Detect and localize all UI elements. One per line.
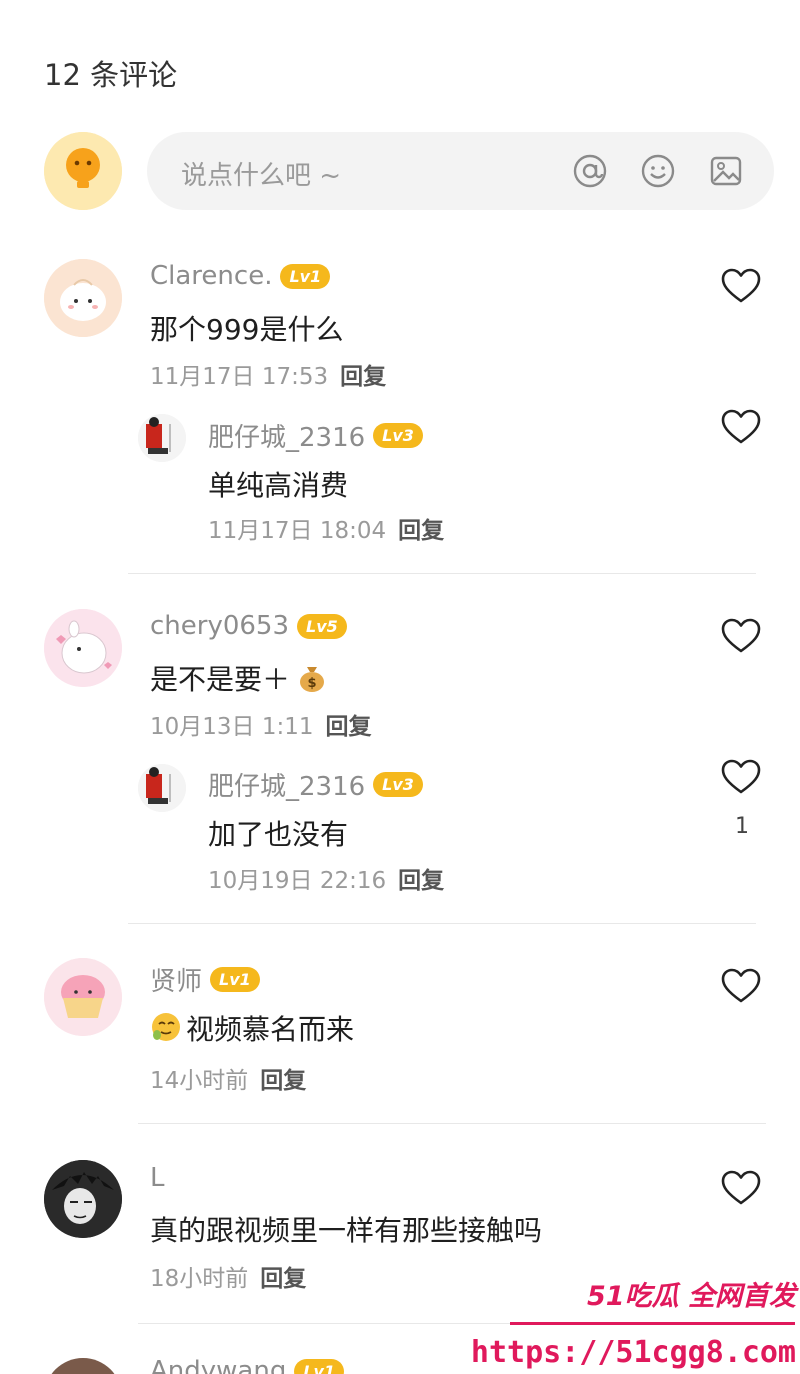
manga-character-icon <box>44 1160 122 1238</box>
watermark-divider <box>510 1322 795 1325</box>
heart-icon[interactable] <box>721 268 761 304</box>
divider <box>128 923 756 924</box>
level-badge: Lv1 <box>294 1358 345 1374</box>
image-icon[interactable] <box>707 152 745 190</box>
comment-username[interactable]: 贤师 Lv1 <box>150 961 260 998</box>
level-badge: Lv1 <box>280 263 331 289</box>
reply-username[interactable]: 肥仔城_2316 Lv3 <box>208 766 423 803</box>
heart-icon[interactable] <box>721 759 761 795</box>
divider <box>138 1123 766 1124</box>
username-text[interactable]: chery0653 <box>150 611 289 641</box>
avatar[interactable] <box>138 414 186 462</box>
heart-icon[interactable] <box>721 1170 761 1206</box>
reply-button[interactable]: 回复 <box>260 1068 306 1094</box>
comment-date: 11月17日 17:53 <box>150 364 329 390</box>
avatar[interactable] <box>138 764 186 812</box>
comment-content: 视频慕名而来 <box>150 1008 354 1048</box>
emoji-icon[interactable] <box>639 152 677 190</box>
moomin-character-icon <box>44 609 122 687</box>
divider <box>128 573 756 574</box>
level-badge: Lv3 <box>373 772 423 797</box>
level-badge: Lv1 <box>210 967 260 992</box>
reply-meta: 11月17日 18:04 回复 <box>208 511 444 545</box>
reply-date: 11月17日 18:04 <box>208 518 387 544</box>
avatar[interactable] <box>44 1358 122 1374</box>
comment-username[interactable]: Andywang Lv1 <box>150 1356 345 1374</box>
reply-content: 加了也没有 <box>208 818 349 851</box>
comment-date: 10月13日 1:11 <box>150 714 314 740</box>
comment-username[interactable]: chery0653 Lv5 <box>150 611 347 641</box>
figure-drawing-icon <box>138 764 186 812</box>
username-text[interactable]: L <box>150 1163 165 1193</box>
avatar[interactable] <box>44 1160 122 1238</box>
comment-meta: 11月17日 17:53 回复 <box>150 357 386 391</box>
username-text[interactable]: 贤师 <box>150 961 202 998</box>
heart-icon[interactable] <box>721 409 761 445</box>
money-bag-icon: $ <box>300 667 325 692</box>
comment-username[interactable]: L <box>150 1163 165 1193</box>
cupcake-icon <box>44 958 122 1036</box>
heart-icon[interactable] <box>721 618 761 654</box>
username-text[interactable]: Clarence. <box>150 261 272 291</box>
comment-username[interactable]: Clarence. Lv1 <box>150 261 331 291</box>
watermark-top-text: 51吃瓜 全网首发 <box>587 1281 796 1312</box>
watermark-url: https://51cgg8.com <box>470 1335 796 1370</box>
username-text[interactable]: Andywang <box>150 1356 286 1374</box>
reply-content: 单纯高消费 <box>208 469 349 502</box>
like-count: 1 <box>735 814 749 839</box>
figure-drawing-icon <box>138 414 186 462</box>
at-icon[interactable] <box>571 152 609 190</box>
bun-character-icon <box>44 259 122 337</box>
lightbulb-mascot-icon <box>44 132 122 210</box>
reply-meta: 10月19日 22:16 回复 <box>208 861 444 895</box>
current-user-avatar[interactable] <box>44 132 122 210</box>
comment-date: 18小时前 <box>150 1266 249 1292</box>
comment-meta: 14小时前 回复 <box>150 1061 306 1095</box>
username-text[interactable]: 肥仔城_2316 <box>208 417 365 454</box>
avatar[interactable] <box>44 958 122 1036</box>
reply-username[interactable]: 肥仔城_2316 Lv3 <box>208 417 423 454</box>
reply-date: 10月19日 22:16 <box>208 868 387 894</box>
level-badge: Lv3 <box>373 423 423 448</box>
comment-content-text: 是不是要＋ <box>150 663 291 696</box>
comment-date: 14小时前 <box>150 1068 249 1094</box>
username-text[interactable]: 肥仔城_2316 <box>208 766 365 803</box>
reply-button[interactable]: 回复 <box>340 364 386 390</box>
reply-button[interactable]: 回复 <box>260 1266 306 1292</box>
comment-content: 是不是要＋ $ <box>150 658 328 698</box>
reply-button[interactable]: 回复 <box>398 518 444 544</box>
comment-meta: 10月13日 1:11 回复 <box>150 707 372 741</box>
reply-button[interactable]: 回复 <box>326 714 372 740</box>
comment-meta: 18小时前 回复 <box>150 1259 306 1293</box>
comment-input-placeholder: 说点什么吧 ~ <box>181 161 342 191</box>
face-emoji-icon <box>152 1013 180 1041</box>
heart-icon[interactable] <box>721 968 761 1004</box>
svg-text:$: $ <box>307 676 316 691</box>
avatar[interactable] <box>44 259 122 337</box>
comments-count-title: 12 条评论 <box>44 58 178 92</box>
level-badge: Lv5 <box>297 613 347 639</box>
comment-content-text: 视频慕名而来 <box>186 1013 355 1046</box>
comment-content: 真的跟视频里一样有那些接触吗 <box>150 1214 543 1247</box>
comment-content: 那个999是什么 <box>150 313 344 346</box>
avatar[interactable] <box>44 609 122 687</box>
reply-button[interactable]: 回复 <box>398 868 444 894</box>
watermark: 51吃瓜 全网首发 https://51cgg8.com <box>471 1274 800 1374</box>
comment-input[interactable]: 说点什么吧 ~ <box>147 132 774 210</box>
